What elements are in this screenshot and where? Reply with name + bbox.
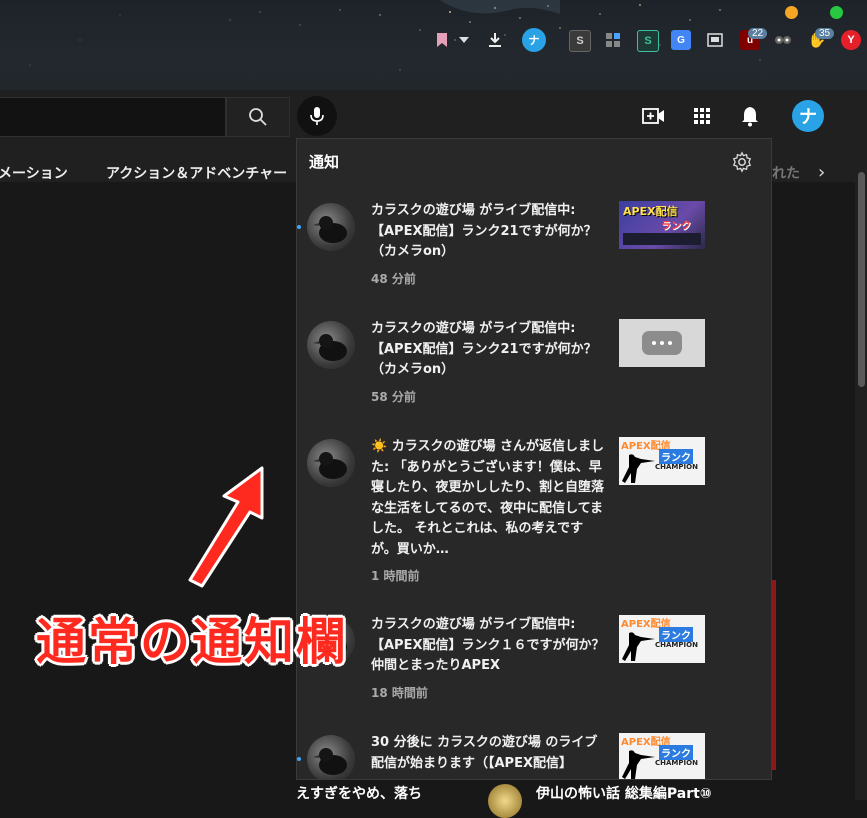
extension-window-icon[interactable]	[705, 30, 725, 50]
thumbnail-rank: ランク	[659, 449, 693, 464]
account-avatar-letter: ナ	[799, 107, 817, 128]
create-video-icon[interactable]	[641, 103, 667, 129]
apps-grid-icon[interactable]	[689, 103, 715, 129]
video-thumbnail: APEX配信 ランク CHAMPION	[619, 733, 705, 779]
soldier-silhouette-icon	[622, 750, 655, 779]
video-thumbnail: APEX配信 ランク CHAMPION	[619, 615, 705, 663]
search-button[interactable]	[226, 97, 290, 137]
notification-time: 48 分前	[371, 272, 416, 286]
notification-text: ☀️ カラスクの遊び場 さんが返信しました: 「ありがとうございます！僕は、早寝…	[371, 439, 604, 557]
notification-item[interactable]: ☀️ カラスクの遊び場 さんが返信しました: 「ありがとうございます！僕は、早寝…	[297, 435, 771, 613]
browser-toolbar: ナ S S G u 22 ✋ 35 Y	[0, 0, 867, 90]
thumbnail-champion: CHAMPION	[655, 463, 698, 471]
bookmark-icon[interactable]	[432, 30, 452, 50]
download-icon[interactable]	[485, 30, 505, 50]
notification-text: カラスクの遊び場 がライブ配信中: 【APEX配信】ランク21ですが何か？（カメ…	[371, 203, 597, 259]
notification-item[interactable]: カラスクの遊び場 がライブ配信中: 【APEX配信】ランク１６ですが何か？仲間と…	[297, 613, 771, 731]
unread-dot	[297, 225, 301, 229]
video-thumbnail: APEX配信 ランク	[619, 201, 705, 249]
video-thumbnail	[619, 319, 705, 367]
video-title[interactable]: 伊山の怖い話 総集編Part⑩	[536, 783, 712, 803]
notification-time: 18 時間前	[371, 686, 428, 700]
extension-s-icon[interactable]: S	[569, 30, 591, 52]
extension-badge: 35	[815, 28, 835, 39]
thumbnail-champion: CHAMPION	[655, 641, 698, 649]
channel-avatar	[307, 439, 355, 487]
soldier-silhouette-icon	[622, 454, 655, 483]
account-avatar[interactable]: ナ	[792, 100, 824, 132]
google-translate-icon[interactable]: G	[671, 30, 691, 50]
chip-animation[interactable]: メーション	[0, 163, 68, 183]
notification-time: 58 分前	[371, 390, 416, 404]
unread-dot	[297, 757, 301, 761]
notification-text: カラスクの遊び場 がライブ配信中: 【APEX配信】ランク21ですが何か？（カメ…	[371, 321, 597, 377]
thumbnail-champion: CHAMPION	[655, 759, 698, 767]
notifications-panel: 通知 カラスクの遊び場 がライブ配信中: 【APEX配信】ランク21ですが何か？…	[296, 138, 772, 780]
video-title[interactable]: えすぎをやめ、落ち	[296, 783, 422, 803]
thumbnail-banner	[623, 233, 701, 245]
page-scrollbar-thumb[interactable]	[858, 172, 865, 387]
chevron-down-icon[interactable]	[454, 30, 474, 50]
profile-avatar-icon[interactable]: ナ	[522, 28, 546, 52]
notification-time: 1 時間前	[371, 569, 420, 583]
annotation-arrow	[188, 466, 264, 588]
soldier-silhouette-icon	[622, 632, 655, 661]
channel-avatar	[307, 321, 355, 369]
ublock-badge: 22	[748, 28, 768, 39]
thumbnail-rank: ランク	[659, 745, 693, 760]
annotation-label: 通常の通知欄	[36, 613, 348, 671]
notification-item[interactable]: 30 分後に カラスクの遊び場 のライブ配信が始まります（【APEX配信】 AP…	[297, 731, 771, 779]
panel-title: 通知	[309, 153, 340, 171]
thumbnail-rank: ランク	[661, 221, 691, 232]
yandex-icon[interactable]: Y	[841, 30, 861, 50]
video-thumbnail: APEX配信 ランク CHAMPION	[619, 437, 705, 485]
search-icon	[249, 108, 267, 126]
tampermonkey-icon[interactable]	[773, 30, 793, 50]
voice-search-button[interactable]	[297, 96, 337, 136]
channel-avatar[interactable]	[488, 784, 522, 818]
maximize-light[interactable]	[830, 6, 843, 19]
notification-text: 30 分後に カラスクの遊び場 のライブ配信が始まります（【APEX配信】	[371, 735, 598, 771]
notification-bell-icon[interactable]	[737, 103, 763, 129]
more-icon	[642, 331, 682, 355]
notification-item[interactable]: カラスクの遊び場 がライブ配信中: 【APEX配信】ランク21ですが何か？（カメ…	[297, 199, 771, 317]
channel-avatar	[307, 203, 355, 251]
channel-avatar	[307, 735, 355, 779]
search-input[interactable]	[0, 97, 226, 137]
settings-gear-icon[interactable]	[731, 151, 753, 173]
minimize-light[interactable]	[785, 6, 798, 19]
notification-text: カラスクの遊び場 がライブ配信中: 【APEX配信】ランク１６ですが何か？仲間と…	[371, 617, 605, 673]
chip-action-adventure[interactable]: アクション＆アドベンチャー	[106, 163, 287, 183]
thumbnail-rank: ランク	[659, 627, 693, 642]
chips-next-arrow[interactable]: ›	[818, 162, 825, 183]
extension-s-green-icon[interactable]: S	[637, 30, 659, 52]
microphone-icon	[310, 107, 324, 125]
chip-recommended[interactable]: れた	[772, 163, 800, 183]
extension-grid-icon[interactable]	[603, 30, 623, 50]
profile-avatar-letter: ナ	[528, 35, 540, 47]
notification-item[interactable]: カラスクの遊び場 がライブ配信中: 【APEX配信】ランク21ですが何か？（カメ…	[297, 317, 771, 435]
